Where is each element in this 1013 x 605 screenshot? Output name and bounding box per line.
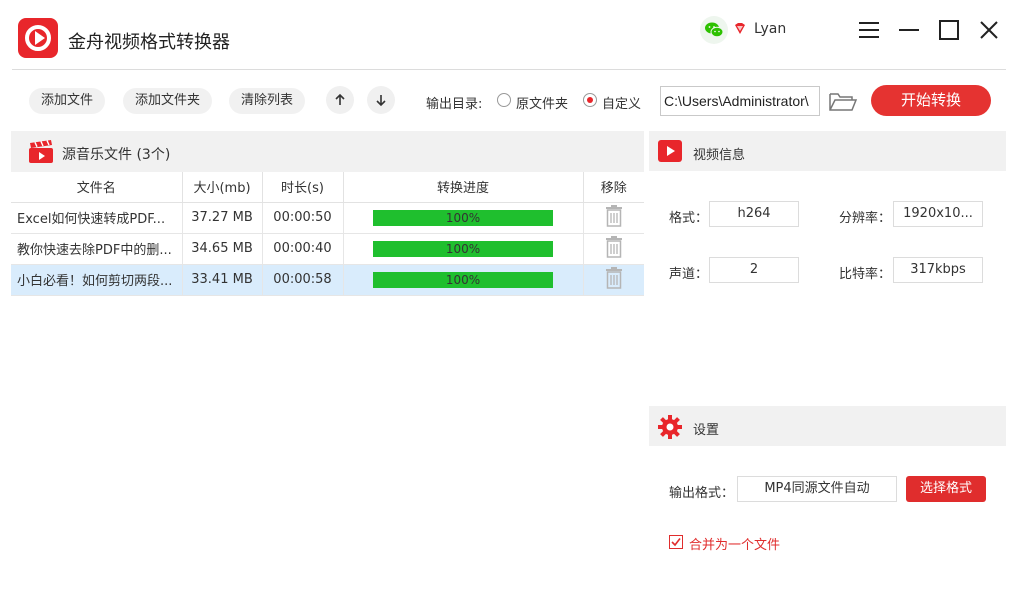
column-header-size[interactable]: 大小(mb)	[182, 172, 263, 203]
progress-label: 100%	[445, 272, 481, 287]
file-duration: 00:00:58	[262, 264, 344, 296]
bitrate-label: 比特率：	[839, 267, 892, 282]
remove-cell	[583, 233, 644, 265]
vip-diamond-icon	[733, 22, 747, 36]
title-bar: 金舟视频格式转换器 Lyan	[0, 0, 1013, 68]
column-header-progress[interactable]: 转换进度	[343, 172, 584, 203]
right-panel: 视频信息 格式： h264 分辨率： 1920x10... 声道： 2 比特率：…	[649, 131, 1006, 605]
maximize-icon[interactable]	[937, 18, 961, 42]
radio-custom[interactable]	[583, 93, 597, 107]
table-header-row: 文件名 大小(mb) 时长(s) 转换进度 移除	[11, 172, 644, 203]
toolbar: 添加文件 添加文件夹 清除列表 输出目录: 原文件夹 自定义 C:\Users\…	[12, 69, 1006, 131]
column-header-remove[interactable]: 移除	[583, 172, 644, 203]
channels-label: 声道：	[669, 267, 709, 282]
folder-open-icon[interactable]	[828, 90, 858, 116]
progress-bar: 100%	[373, 271, 553, 288]
settings-title: 设置	[693, 423, 720, 438]
gear-icon	[658, 415, 682, 443]
channels-value: 2	[709, 257, 799, 283]
hamburger-menu-icon[interactable]	[857, 18, 881, 42]
progress-bar: 100%	[373, 209, 553, 226]
file-name: 小白必看！如何剪切两段...	[11, 264, 183, 296]
video-play-icon	[658, 140, 682, 166]
app-title: 金舟视频格式转换器	[68, 32, 230, 53]
check-icon	[671, 538, 681, 547]
trash-icon[interactable]	[605, 204, 623, 231]
file-list-panel: 源音乐文件 (3个) 文件名 大小(mb) 时长(s) 转换进度 移除 Exce…	[11, 131, 644, 605]
remove-cell	[583, 202, 644, 234]
resolution-value: 1920x10...	[893, 201, 983, 227]
format-value: h264	[709, 201, 799, 227]
progress-cell: 100%	[343, 264, 584, 296]
progress-cell: 100%	[343, 202, 584, 234]
clapperboard-icon	[28, 140, 54, 168]
arrow-up-icon	[335, 93, 345, 105]
file-size: 33.41 MB	[182, 264, 263, 296]
trash-icon[interactable]	[605, 266, 623, 293]
file-name: Excel如何快速转成PDF...	[11, 202, 183, 234]
merge-checkbox[interactable]	[669, 535, 683, 549]
output-format-field[interactable]: MP4同源文件自动	[737, 476, 897, 502]
minimize-icon[interactable]	[897, 18, 921, 42]
progress-bar: 100%	[373, 240, 553, 257]
table-row[interactable]: Excel如何快速转成PDF... 37.27 MB 00:00:50 100%	[11, 202, 644, 234]
file-size: 34.65 MB	[182, 233, 263, 265]
file-name: 教你快速去除PDF中的删...	[11, 233, 183, 265]
file-size: 37.27 MB	[182, 202, 263, 234]
move-up-button[interactable]	[326, 86, 354, 114]
radio-source-folder-label[interactable]: 原文件夹	[516, 93, 568, 112]
file-table: 文件名 大小(mb) 时长(s) 转换进度 移除 Excel如何快速转成PDF.…	[11, 172, 644, 296]
radio-custom-label[interactable]: 自定义	[602, 93, 641, 112]
bitrate-value: 317kbps	[893, 257, 983, 283]
table-row[interactable]: 教你快速去除PDF中的删... 34.65 MB 00:00:40 100%	[11, 233, 644, 265]
output-path-input[interactable]: C:\Users\Administrator\	[660, 86, 820, 116]
table-row-selected[interactable]: 小白必看！如何剪切两段... 33.41 MB 00:00:58 100%	[11, 264, 644, 296]
app-logo-icon	[18, 18, 58, 58]
radio-source-folder[interactable]	[497, 93, 511, 107]
wechat-icon[interactable]	[700, 16, 728, 44]
progress-cell: 100%	[343, 233, 584, 265]
start-convert-button[interactable]: 开始转换	[871, 85, 991, 116]
merge-label[interactable]: 合并为一个文件	[689, 534, 780, 553]
file-duration: 00:00:40	[262, 233, 344, 265]
resolution-label: 分辨率：	[839, 211, 892, 226]
settings-header: 设置	[649, 406, 1006, 446]
column-header-duration[interactable]: 时长(s)	[262, 172, 344, 203]
remove-cell	[583, 264, 644, 296]
output-format-label: 输出格式：	[669, 486, 735, 501]
format-label: 格式：	[669, 211, 709, 226]
close-icon[interactable]	[977, 18, 1001, 42]
add-folder-button[interactable]: 添加文件夹	[123, 88, 213, 114]
arrow-down-icon	[376, 95, 386, 107]
file-list-header: 源音乐文件 (3个)	[11, 131, 644, 172]
column-header-filename[interactable]: 文件名	[11, 172, 183, 203]
username[interactable]: Lyan	[754, 21, 786, 37]
video-info-header: 视频信息	[649, 131, 1006, 171]
choose-format-button[interactable]: 选择格式	[906, 476, 986, 502]
trash-icon[interactable]	[605, 235, 623, 262]
file-duration: 00:00:50	[262, 202, 344, 234]
video-info-title: 视频信息	[693, 148, 746, 163]
progress-label: 100%	[445, 210, 481, 225]
output-dir-label: 输出目录:	[426, 97, 483, 112]
file-list-title: 源音乐文件 (3个)	[62, 147, 171, 163]
add-file-button[interactable]: 添加文件	[29, 88, 106, 114]
clear-list-button[interactable]: 清除列表	[229, 88, 306, 114]
progress-label: 100%	[445, 241, 481, 256]
move-down-button[interactable]	[367, 86, 395, 114]
